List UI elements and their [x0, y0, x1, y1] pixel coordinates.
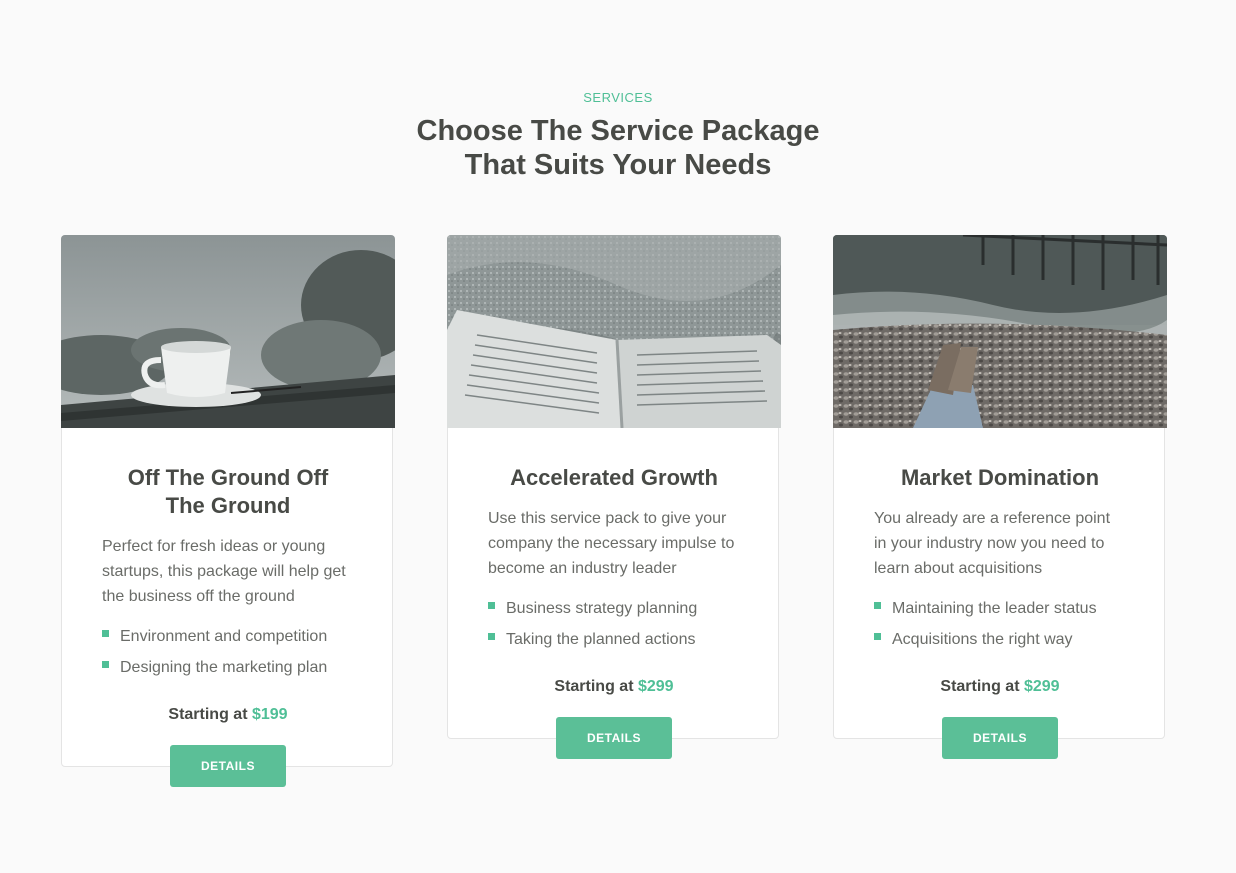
feature-list: Maintaining the leader status Acquisitio… — [874, 593, 1144, 655]
service-card-accelerated-growth: Accelerated Growth Use this service pack… — [447, 235, 781, 759]
card-title: Off The Ground Off The Ground — [82, 464, 374, 520]
feature-item: Maintaining the leader status — [874, 593, 1144, 624]
service-card-market-domination: Market Domination You already are a refe… — [833, 235, 1167, 759]
feature-label: Taking the planned actions — [506, 631, 696, 648]
feature-label: Business strategy planning — [506, 600, 698, 617]
bullet-square-icon — [874, 602, 881, 609]
card-title-line-2: The Ground — [165, 493, 291, 518]
section-title-line-2: That Suits Your Needs — [464, 149, 772, 181]
price-amount: $299 — [1023, 678, 1060, 695]
price-line: Starting at $299 — [448, 678, 780, 696]
bullet-square-icon — [102, 630, 109, 637]
card-description: Use this service pack to give your compa… — [488, 510, 735, 577]
bullet-square-icon — [102, 661, 109, 668]
feature-item: Taking the planned actions — [488, 624, 758, 655]
price-prefix: Starting at — [168, 706, 248, 723]
feet-on-pebble-beach-photo — [833, 235, 1167, 428]
price-line: Starting at $199 — [62, 706, 394, 724]
details-button[interactable]: DETAILS — [170, 745, 286, 787]
price-prefix: Starting at — [554, 678, 634, 695]
price-line: Starting at $299 — [834, 678, 1166, 696]
feature-label: Acquisitions the right way — [892, 631, 1073, 648]
price-prefix: Starting at — [940, 678, 1020, 695]
feature-label: Maintaining the leader status — [892, 600, 1097, 617]
coffee-cup-photo — [61, 235, 395, 428]
price-amount: $199 — [251, 706, 288, 723]
open-book-on-sand-photo — [447, 235, 781, 428]
feature-item: Acquisitions the right way — [874, 624, 1144, 655]
details-button[interactable]: DETAILS — [942, 717, 1058, 759]
card-description: You already are a reference point in you… — [874, 510, 1111, 577]
feature-list: Environment and competition Designing th… — [102, 621, 372, 683]
section-title-line-1: Choose The Service Package — [416, 115, 820, 147]
feature-item: Business strategy planning — [488, 593, 758, 624]
feature-list: Business strategy planning Taking the pl… — [488, 593, 758, 655]
bullet-square-icon — [874, 633, 881, 640]
feature-item: Designing the marketing plan — [102, 652, 372, 683]
price-amount: $299 — [637, 678, 674, 695]
bullet-square-icon — [488, 602, 495, 609]
feature-label: Environment and competition — [120, 628, 328, 645]
service-card-off-the-ground: Off The Ground Off The Ground Perfect fo… — [61, 235, 395, 787]
card-description: Perfect for fresh ideas or young startup… — [102, 538, 346, 605]
bullet-square-icon — [488, 633, 495, 640]
feature-label: Designing the marketing plan — [120, 659, 328, 676]
section-title: Choose The Service Package That Suits Yo… — [0, 114, 1236, 182]
details-button[interactable]: DETAILS — [556, 717, 672, 759]
section-eyebrow: SERVICES — [583, 90, 653, 105]
feature-item: Environment and competition — [102, 621, 372, 652]
card-title: Market Domination — [900, 465, 1100, 490]
card-title-line-1: Off The Ground Off — [127, 465, 329, 490]
card-title: Accelerated Growth — [510, 465, 718, 490]
